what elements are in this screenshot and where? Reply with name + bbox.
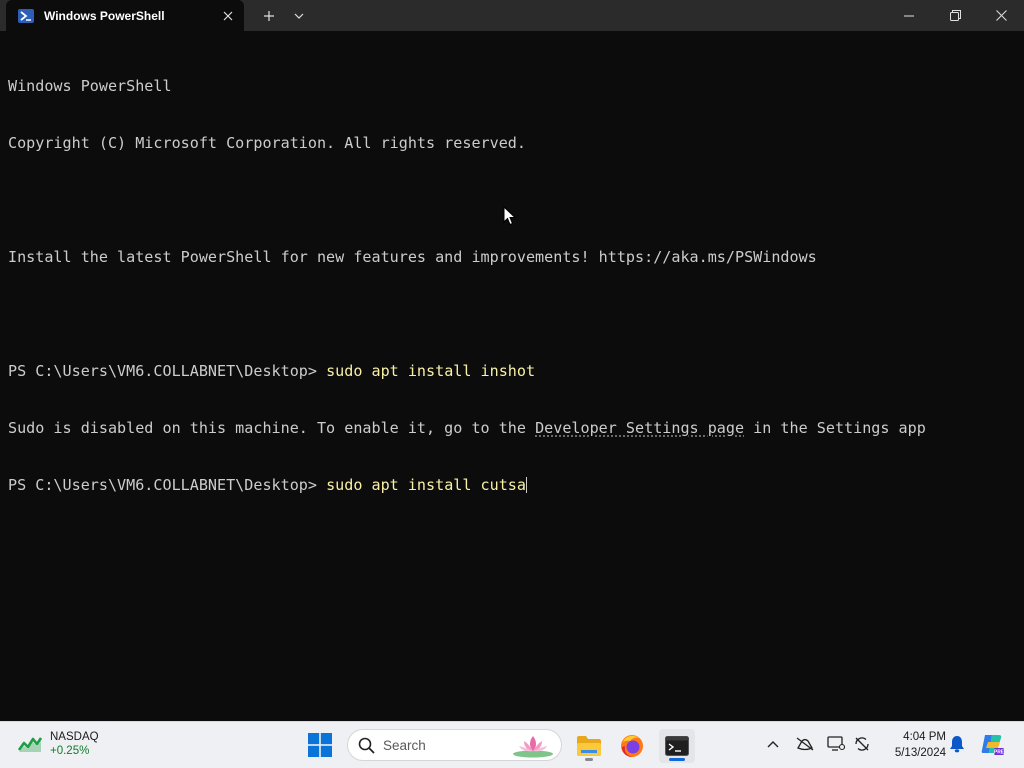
lotus-flower-icon	[513, 736, 553, 758]
terminal-button[interactable]	[659, 729, 695, 763]
chevron-down-icon	[294, 13, 304, 19]
firefox-button[interactable]	[614, 729, 650, 763]
show-hidden-icons-button[interactable]	[763, 734, 783, 754]
clock[interactable]: 4:04 PM 5/13/2024	[880, 729, 946, 761]
tab-dropdown-button[interactable]	[288, 5, 310, 27]
command-input[interactable]: sudo apt install cutsa	[326, 476, 526, 494]
search-icon	[358, 737, 375, 754]
copilot-icon: PRE	[981, 735, 1004, 756]
clock-date: 5/13/2024	[894, 747, 946, 759]
sync-off-icon	[855, 737, 869, 751]
title-bar: Windows PowerShell	[0, 0, 1024, 31]
stock-chart-icon	[18, 737, 42, 752]
error-text: Sudo is disabled on this machine. To ena…	[8, 419, 536, 437]
error-line: Sudo is disabled on this machine. To ena…	[8, 419, 1024, 438]
search-placeholder: Search	[383, 737, 426, 753]
command-line: PS C:\Users\VM6.COLLABNET\Desktop> sudo …	[8, 362, 1024, 381]
running-indicator	[585, 758, 593, 761]
clock-time: 4:04 PM	[903, 731, 946, 743]
close-icon	[995, 10, 1007, 21]
command-text: sudo apt install inshot	[326, 362, 536, 380]
widget-title: NASDAQ	[50, 731, 99, 743]
bell-icon	[950, 736, 964, 753]
tab-windows-powershell[interactable]: Windows PowerShell	[6, 0, 244, 31]
terminal-output[interactable]: Windows PowerShell Copyright (C) Microso…	[0, 31, 1024, 721]
terminal-line: Copyright (C) Microsoft Corporation. All…	[8, 134, 526, 152]
prompt: PS C:\Users\VM6.COLLABNET\Desktop>	[8, 476, 317, 494]
stock-widget[interactable]: NASDAQ +0.25%	[18, 730, 99, 758]
svg-text:PRE: PRE	[994, 750, 1004, 756]
error-text: in the Settings app	[744, 419, 926, 437]
prompt: PS C:\Users\VM6.COLLABNET\Desktop>	[8, 362, 317, 380]
mouse-pointer-icon	[503, 206, 517, 226]
taskbar-search[interactable]: Search	[347, 729, 562, 761]
text-cursor	[525, 477, 527, 493]
command-line: PS C:\Users\VM6.COLLABNET\Desktop> sudo …	[8, 476, 1024, 495]
terminal-line: Windows PowerShell	[8, 77, 172, 95]
file-explorer-icon	[577, 736, 601, 756]
minimize-button[interactable]	[886, 0, 932, 31]
notifications-button[interactable]	[947, 734, 967, 754]
network-disconnected-icon	[796, 737, 814, 751]
active-indicator	[669, 758, 685, 761]
windows-logo-icon	[308, 733, 332, 757]
file-explorer-button[interactable]	[571, 729, 607, 763]
start-button[interactable]	[306, 731, 334, 759]
minimize-icon	[904, 15, 914, 16]
chevron-up-icon	[767, 741, 779, 748]
plus-icon	[264, 11, 274, 21]
tab-title: Windows PowerShell	[44, 8, 165, 23]
copilot-button[interactable]: PRE	[980, 732, 1004, 756]
powershell-icon	[18, 8, 34, 23]
new-tab-button[interactable]	[258, 5, 280, 27]
display-icon	[827, 736, 845, 751]
close-tab-icon[interactable]	[218, 6, 238, 26]
developer-settings-link[interactable]: Developer Settings page	[535, 419, 744, 437]
widget-change: +0.25%	[50, 745, 90, 757]
restore-icon	[949, 10, 961, 21]
firefox-icon	[621, 735, 643, 757]
display-settings-button[interactable]	[826, 734, 846, 754]
terminal-icon	[665, 736, 689, 756]
restore-button[interactable]	[932, 0, 978, 31]
sync-status-button[interactable]	[852, 734, 872, 754]
terminal-line: Install the latest PowerShell for new fe…	[8, 248, 817, 266]
close-window-button[interactable]	[978, 0, 1024, 31]
taskbar: NASDAQ +0.25% Search 4:04 PM 5/13/2024 P…	[0, 721, 1024, 768]
network-status-button[interactable]	[795, 734, 815, 754]
